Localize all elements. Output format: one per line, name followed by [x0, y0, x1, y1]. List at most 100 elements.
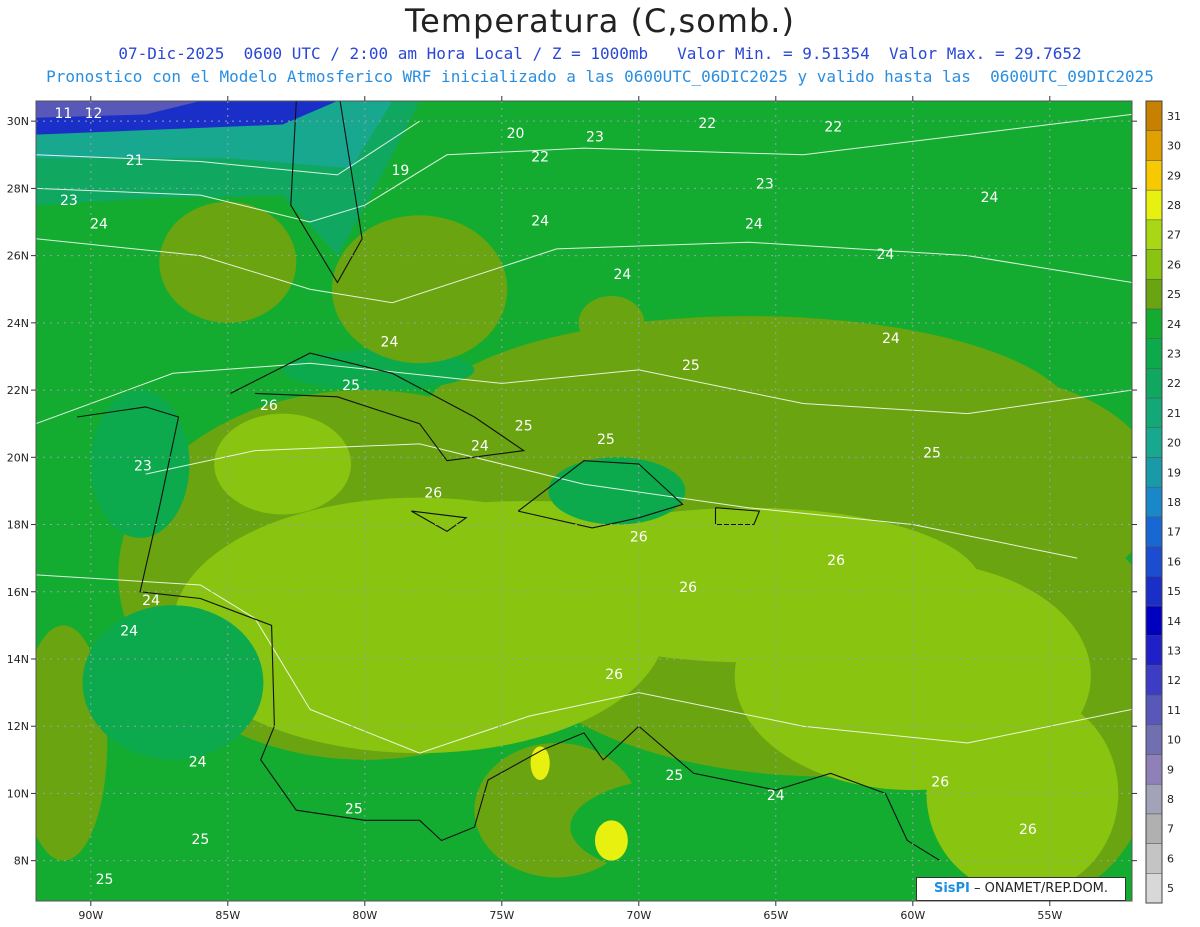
- legend-label: 10: [1167, 734, 1181, 747]
- lat-tick-label: 16N: [7, 586, 29, 599]
- contour-label: 24: [120, 623, 138, 639]
- legend-swatch: [1145, 457, 1163, 488]
- legend-label: 30: [1167, 140, 1181, 153]
- contour-label: 24: [189, 755, 207, 771]
- lat-tick-label: 26N: [7, 250, 29, 263]
- legend-swatch: [1145, 308, 1163, 339]
- lon-tick-label: 90W: [78, 909, 103, 922]
- lat-tick-label: 18N: [7, 519, 29, 532]
- contour-label: 26: [424, 486, 442, 502]
- legend-label: 7: [1167, 823, 1174, 836]
- legend-swatch: [1145, 219, 1163, 250]
- credit-badge: SisPI – ONAMET/REP.DOM.: [916, 877, 1126, 901]
- legend-label: 29: [1167, 169, 1181, 182]
- lat-tick-label: 30N: [7, 115, 29, 128]
- legend-swatch: [1145, 278, 1163, 310]
- contour-label: 24: [876, 247, 894, 263]
- contour-label: 24: [471, 439, 489, 455]
- contour-label: 25: [191, 832, 209, 848]
- legend-label: 19: [1167, 466, 1181, 479]
- field-region: [548, 457, 686, 525]
- legend-label: 6: [1167, 852, 1174, 865]
- contour-label: 25: [682, 358, 700, 374]
- contour-label: 23: [134, 459, 152, 475]
- legend-swatch: [1145, 754, 1163, 785]
- contour-label: 25: [515, 418, 533, 434]
- lat-tick-label: 24N: [7, 317, 29, 330]
- lon-tick-label: 80W: [352, 909, 377, 922]
- lon-tick-label: 65W: [763, 909, 788, 922]
- legend-label: 23: [1167, 347, 1181, 360]
- field-region: [926, 692, 1119, 895]
- contour-label: 26: [931, 775, 949, 791]
- lat-tick-label: 10N: [7, 787, 29, 800]
- contour-label: 26: [630, 529, 648, 545]
- legend-label: 27: [1167, 229, 1181, 242]
- contour-label: 23: [60, 193, 78, 209]
- contour-label: 19: [392, 163, 410, 179]
- legend-swatch: [1145, 546, 1163, 577]
- legend-label: 21: [1167, 407, 1181, 420]
- legend-label: 17: [1167, 526, 1181, 539]
- legend-swatch: [1145, 338, 1163, 369]
- legend-label: 24: [1167, 318, 1181, 331]
- legend-label: 16: [1167, 555, 1181, 568]
- lon-tick-label: 55W: [1037, 909, 1062, 922]
- contour-label: 26: [260, 398, 278, 414]
- legend-swatch: [1145, 189, 1163, 221]
- contour-label: 26: [679, 580, 697, 596]
- legend-label: 31: [1167, 110, 1181, 123]
- contour-label: 26: [1019, 822, 1037, 838]
- credit-text: – ONAMET/REP.DOM.: [974, 881, 1109, 896]
- temperature-map: 90W 85W 80W 75W 70W 65W 60W 55W 8N 10N 12N 14N 16N 18…: [7, 96, 1181, 922]
- legend-swatch: [1145, 843, 1163, 874]
- legend-swatch: [1145, 368, 1163, 399]
- lon-tick-label: 60W: [900, 909, 925, 922]
- contour-label: 20: [507, 126, 525, 142]
- contour-label: 24: [745, 217, 763, 233]
- legend-swatch: [1145, 724, 1163, 755]
- contour-label: 25: [342, 378, 360, 394]
- contour-label: 24: [613, 267, 631, 283]
- contour-label: 26: [827, 553, 845, 569]
- lon-tick-label: 70W: [626, 909, 651, 922]
- temperature-field: [36, 101, 1132, 901]
- legend-swatch: [1145, 576, 1163, 607]
- sispi-logo: SisPI: [933, 881, 970, 896]
- contour-label: 22: [698, 116, 716, 132]
- lat-tick-label: 8N: [14, 855, 29, 868]
- legend-label: 26: [1167, 258, 1181, 271]
- field-region: [734, 796, 900, 891]
- contour-label: 23: [586, 129, 604, 145]
- legend-label: 18: [1167, 496, 1181, 509]
- legend-swatch: [1145, 635, 1163, 666]
- color-legend: 5 6 7 8 9 10 11 12 13 14 15 16 17 18 19 20 21 22 23 24 25 26 2…: [1145, 100, 1181, 904]
- legend-swatch: [1145, 873, 1163, 904]
- field-region: [594, 820, 628, 861]
- contour-label: 11: [54, 106, 72, 122]
- contour-label: 24: [90, 217, 108, 233]
- lat-tick-label: 22N: [7, 384, 29, 397]
- legend-swatch: [1145, 813, 1163, 844]
- contour-label: 24: [981, 190, 999, 206]
- contour-label: 25: [96, 872, 114, 888]
- field-region: [331, 215, 508, 364]
- field-region: [82, 605, 264, 760]
- contour-label: 26: [605, 667, 623, 683]
- contour-label: 24: [381, 334, 399, 350]
- legend-label: 5: [1167, 882, 1174, 895]
- lat-tick-label: 28N: [7, 182, 29, 195]
- lat-tick-label: 12N: [7, 720, 29, 733]
- contour-label: 22: [531, 150, 549, 166]
- lat-tick-label: 20N: [7, 451, 29, 464]
- contour-label: 24: [767, 788, 785, 804]
- legend-swatch: [1145, 486, 1163, 518]
- contour-label: 24: [142, 593, 160, 609]
- legend-label: 25: [1167, 288, 1181, 301]
- legend-swatch: [1145, 694, 1163, 726]
- contour-label: 25: [666, 768, 684, 784]
- legend-label: 14: [1167, 615, 1181, 628]
- legend-swatch: [1145, 605, 1163, 636]
- legend-swatch: [1145, 783, 1163, 815]
- legend-label: 12: [1167, 674, 1181, 687]
